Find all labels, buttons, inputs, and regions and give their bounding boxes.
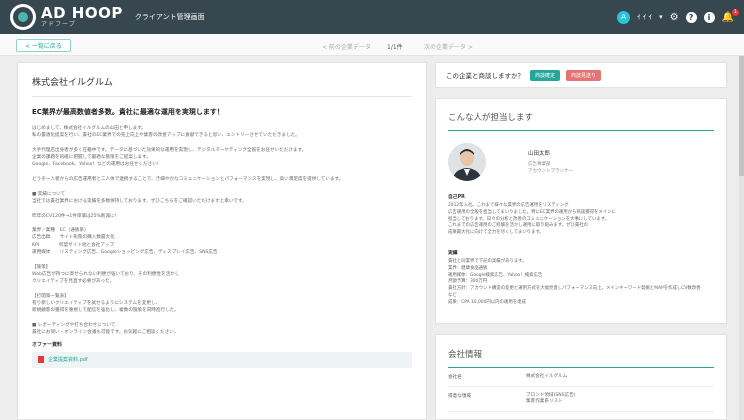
company-info-title: 会社情報 xyxy=(448,348,714,368)
info-row: 会社名 株式会社イルグルム xyxy=(448,368,714,387)
scrollbar-thumb[interactable] xyxy=(739,56,744,176)
proposal-body: はじめまして、株式会社イルグルムの山田と申します。 私の最適化提案を行い、貴社の… xyxy=(32,126,344,336)
bell-icon[interactable]: 🔔 1 xyxy=(722,8,739,23)
info-key: 会社名 xyxy=(448,375,462,380)
prev-company-link[interactable]: < 前の企業データ xyxy=(322,42,371,51)
chevron-down-icon[interactable]: ▾ xyxy=(659,13,663,21)
attachment-file-name[interactable]: 企業提案資料.pdf xyxy=(48,356,88,363)
company-name: 株式会社イルグルム xyxy=(32,75,412,97)
page-scrollbar[interactable] xyxy=(739,56,744,420)
help-icon[interactable]: ? xyxy=(685,11,697,23)
back-to-list-button[interactable]: < 一覧に戻る xyxy=(16,39,71,52)
person-dept: 広告事業部 xyxy=(528,162,551,167)
proposal-panel: 株式会社イルグルム EC業界が最高数値者多数。貴社に最適な運用を実現します！ は… xyxy=(17,62,427,420)
person-name: 山田太郎 xyxy=(528,151,551,157)
offer-attachment[interactable]: 企業提案資料.pdf xyxy=(32,351,412,368)
user-name[interactable]: ｲ ｲ ｲ xyxy=(637,12,652,22)
sub-toolbar: < 一覧に戻る < 前の企業データ 1/1件 次の企業データ > xyxy=(0,34,744,56)
info-value: 株式会社イルグルム xyxy=(526,374,568,379)
info-icon[interactable]: i xyxy=(703,11,715,23)
decline-negotiation-button[interactable]: 商談見送り xyxy=(566,69,602,81)
info-row: 得意な領域 ブロンド領域(SNS広告) 集客作業系リスト xyxy=(448,387,714,412)
negotiation-question: この企業と商談しますか？ xyxy=(446,72,524,80)
proposal-headline: EC業界が最高数値者多数。貴社に最適な運用を実現します！ xyxy=(32,108,224,116)
achievements-label: 実績 xyxy=(448,250,458,256)
achievements-text: 貴社と同業界で下記の実績があります。 業界：健康食品通販 運用媒体：Google… xyxy=(448,258,701,305)
info-value: ブロンド領域(SNS広告) 集客作業系リスト xyxy=(526,393,576,404)
negotiation-panel: この企業と商談しますか？ 商談確定 商談見送り xyxy=(435,62,727,88)
adhoop-logo[interactable]: AD HOOP アドフープ xyxy=(10,4,123,30)
avatar[interactable]: A xyxy=(617,10,631,24)
page-indicator: 1/1件 xyxy=(387,44,403,51)
next-company-link[interactable]: 次の企業データ > xyxy=(424,42,473,51)
person-role: アカウントプランナー xyxy=(528,169,573,174)
contact-person-panel: こんな人が担当します 山田太郎 広告事業部 アカウントプランナー 自己PR 20… xyxy=(435,98,727,324)
pdf-file-icon xyxy=(38,356,44,364)
offer-material-label: オファー資料 xyxy=(32,341,63,348)
top-bar: AD HOOP アドフープ クライアント管理画面 A ｲ ｲ ｲ ▾ ⚙ ? i… xyxy=(0,0,744,34)
notification-badge: 1 xyxy=(731,8,739,16)
logo-icon xyxy=(10,4,36,30)
confirm-negotiation-button[interactable]: 商談確定 xyxy=(530,69,561,81)
info-key: 得意な領域 xyxy=(448,394,471,399)
company-info-panel: 会社情報 会社名 株式会社イルグルム 得意な領域 ブロンド領域(SNS広告) 集… xyxy=(435,334,727,420)
app-title: クライアント管理画面 xyxy=(134,13,205,21)
self-pr-label: 自己PR xyxy=(448,195,465,200)
logo-text: AD HOOP xyxy=(41,4,123,22)
self-pr-text: 2012年入社。これまで様々な業界の広告運用をリスティング 広告運用の全般を担当… xyxy=(448,203,616,236)
person-photo xyxy=(448,143,486,181)
logo-subtext: アドフープ xyxy=(41,21,76,28)
person-section-title: こんな人が担当します xyxy=(448,111,714,131)
gear-icon[interactable]: ⚙ xyxy=(670,12,679,23)
